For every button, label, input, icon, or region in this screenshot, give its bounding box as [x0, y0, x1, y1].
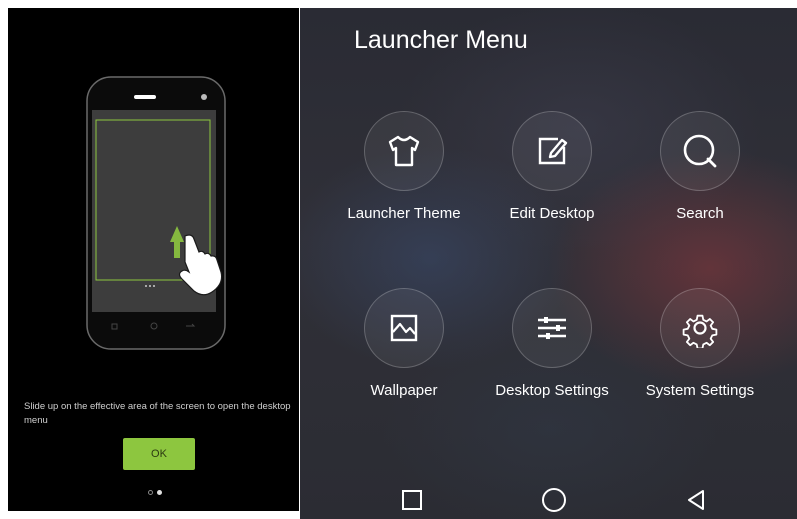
back-icon: [688, 490, 704, 510]
launcher-theme-label: Launcher Theme: [347, 205, 461, 222]
tutorial-hint: Slide up on the effective area of the sc…: [24, 401, 291, 426]
launcher-theme-button[interactable]: Launcher Theme: [329, 111, 479, 241]
search-button[interactable]: Search: [625, 111, 775, 241]
home-button[interactable]: [534, 480, 574, 519]
recent-apps-icon: [402, 490, 422, 510]
system-settings-button[interactable]: System Settings: [625, 288, 775, 418]
edit-desktop-label: Edit Desktop: [509, 205, 595, 222]
home-icon: [542, 488, 566, 512]
desktop-settings-button[interactable]: Desktop Settings: [477, 288, 627, 418]
edit-desktop-button[interactable]: Edit Desktop: [477, 111, 627, 241]
wallpaper-label: Wallpaper: [370, 382, 438, 399]
gear-icon: [682, 314, 718, 348]
page-title: Launcher Menu: [354, 26, 528, 54]
desktop-settings-label: Desktop Settings: [495, 382, 609, 399]
sliders-icon: [538, 317, 566, 339]
wallpaper-icon: [390, 314, 418, 342]
tshirt-icon: [388, 135, 420, 167]
wallpaper-button[interactable]: Wallpaper: [329, 288, 479, 418]
phone-illustration: [86, 76, 226, 350]
edit-icon: [538, 137, 568, 165]
page-dot-2[interactable]: [157, 490, 162, 495]
ok-button[interactable]: OK: [123, 438, 195, 470]
navigation-bar: [300, 468, 797, 518]
search-label: Search: [676, 205, 724, 222]
back-button[interactable]: [676, 480, 716, 519]
tutorial-panel: Slide up on the effective area of the sc…: [8, 8, 299, 511]
search-icon: [683, 134, 717, 168]
system-settings-label: System Settings: [645, 382, 755, 399]
recent-apps-button[interactable]: [392, 480, 432, 519]
launcher-menu: Launcher Menu Launcher Theme Edit Deskto…: [300, 8, 797, 519]
page-indicator: [146, 482, 170, 495]
page-dot-1[interactable]: [148, 490, 153, 495]
